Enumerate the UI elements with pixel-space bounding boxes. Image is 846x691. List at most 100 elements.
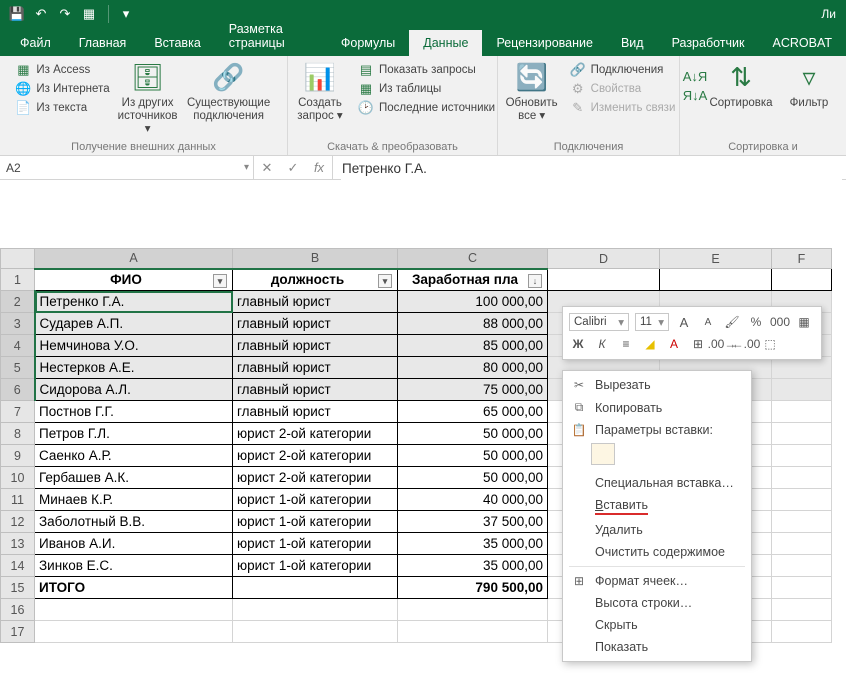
cell-B17[interactable] bbox=[233, 621, 398, 643]
cell-A17[interactable] bbox=[35, 621, 233, 643]
ctx-clear[interactable]: Очистить содержимое bbox=[563, 541, 751, 563]
select-all-corner[interactable] bbox=[1, 249, 35, 269]
mini-inc-decimal-icon[interactable]: ←.00 bbox=[737, 335, 755, 353]
cell-A16[interactable] bbox=[35, 599, 233, 621]
row-header-7[interactable]: 7 bbox=[1, 401, 35, 423]
ctx-row-height[interactable]: Высота строки… bbox=[563, 592, 751, 614]
ctx-hide[interactable]: Скрыть bbox=[563, 614, 751, 636]
col-header-D[interactable]: D bbox=[548, 249, 660, 269]
sort-button[interactable]: ⇅ Сортировка bbox=[711, 60, 771, 112]
new-query-button[interactable]: 📊 Создать запрос ▾ bbox=[290, 60, 350, 125]
col-header-B[interactable]: B bbox=[233, 249, 398, 269]
recent-sources-button[interactable]: 🕑Последние источники bbox=[358, 100, 495, 116]
row-header-15[interactable]: 15 bbox=[1, 577, 35, 599]
from-web-button[interactable]: 🌐Из Интернета bbox=[15, 81, 109, 97]
tab-home[interactable]: Главная bbox=[65, 30, 141, 56]
cell-B4[interactable]: главный юрист bbox=[233, 335, 398, 357]
ctx-format-cells[interactable]: ⊞Формат ячеек… bbox=[563, 570, 751, 592]
col-header-C[interactable]: C bbox=[398, 249, 548, 269]
row-header-12[interactable]: 12 bbox=[1, 511, 35, 533]
from-other-sources-button[interactable]: 🗄 Из других источников ▾ bbox=[118, 60, 178, 139]
col-header-A[interactable]: A bbox=[35, 249, 233, 269]
cell-B16[interactable] bbox=[233, 599, 398, 621]
cell-A2[interactable]: Петренко Г.А. bbox=[35, 291, 233, 313]
cell-A13[interactable]: Иванов А.И. bbox=[35, 533, 233, 555]
sort-az-button[interactable]: А↓Я bbox=[687, 68, 703, 84]
mini-shrink-font-button[interactable]: A bbox=[699, 313, 717, 331]
mini-size-select[interactable]: 11 ▾ bbox=[635, 313, 669, 331]
row-header-14[interactable]: 14 bbox=[1, 555, 35, 577]
cell-A6[interactable]: Сидорова А.Л. bbox=[35, 379, 233, 401]
cell-B9[interactable]: юрист 2-ой категории bbox=[233, 445, 398, 467]
cell-A4[interactable]: Немчинова У.О. bbox=[35, 335, 233, 357]
cell-C11[interactable]: 40 000,00 bbox=[398, 489, 548, 511]
cell-C4[interactable]: 85 000,00 bbox=[398, 335, 548, 357]
cell-C13[interactable]: 35 000,00 bbox=[398, 533, 548, 555]
mini-dec-decimal-icon[interactable]: .00→ bbox=[713, 335, 731, 353]
cell-B1[interactable]: должность▾ bbox=[233, 269, 398, 291]
row-header-10[interactable]: 10 bbox=[1, 467, 35, 489]
cancel-icon[interactable]: ✕ bbox=[254, 160, 280, 176]
ctx-paste-special[interactable]: Специальная вставка… bbox=[563, 472, 751, 494]
cell-A3[interactable]: Сударев А.П. bbox=[35, 313, 233, 335]
cell-F15[interactable] bbox=[772, 577, 832, 599]
cell-C8[interactable]: 50 000,00 bbox=[398, 423, 548, 445]
cell-C12[interactable]: 37 500,00 bbox=[398, 511, 548, 533]
col-header-F[interactable]: F bbox=[772, 249, 832, 269]
fx-icon[interactable]: fx bbox=[306, 160, 332, 175]
cell-F17[interactable] bbox=[772, 621, 832, 643]
cell-F13[interactable] bbox=[772, 533, 832, 555]
row-header-3[interactable]: 3 bbox=[1, 313, 35, 335]
cell-A12[interactable]: Заболотный В.В. bbox=[35, 511, 233, 533]
qat-dropdown-icon[interactable]: ▾ bbox=[115, 3, 137, 25]
cell-C14[interactable]: 35 000,00 bbox=[398, 555, 548, 577]
cell-B2[interactable]: главный юрист bbox=[233, 291, 398, 313]
cell-C7[interactable]: 65 000,00 bbox=[398, 401, 548, 423]
mini-merge-icon[interactable]: ⬚ bbox=[761, 335, 779, 353]
show-queries-button[interactable]: ▤Показать запросы bbox=[358, 62, 495, 78]
cell-F11[interactable] bbox=[772, 489, 832, 511]
formula-input[interactable]: Петренко Г.А. bbox=[341, 160, 842, 230]
name-box-dropdown-icon[interactable]: ▾ bbox=[244, 162, 249, 173]
from-text-button[interactable]: 📄Из текста bbox=[15, 100, 109, 116]
cell-B15[interactable] bbox=[233, 577, 398, 599]
cell-D1[interactable] bbox=[548, 269, 660, 291]
mini-comma-button[interactable]: 000 bbox=[771, 313, 789, 331]
mini-bold-button[interactable]: Ж bbox=[569, 335, 587, 353]
filter-drop-A-icon[interactable]: ▾ bbox=[213, 274, 227, 288]
cell-A7[interactable]: Постнов Г.Г. bbox=[35, 401, 233, 423]
cell-B11[interactable]: юрист 1-ой категории bbox=[233, 489, 398, 511]
cell-E1[interactable] bbox=[660, 269, 772, 291]
tab-insert[interactable]: Вставка bbox=[140, 30, 214, 56]
cell-F7[interactable] bbox=[772, 401, 832, 423]
cell-C3[interactable]: 88 000,00 bbox=[398, 313, 548, 335]
row-header-4[interactable]: 4 bbox=[1, 335, 35, 357]
filter-drop-B-icon[interactable]: ▾ bbox=[378, 274, 392, 288]
tab-acrobat[interactable]: ACROBAT bbox=[759, 30, 846, 56]
cell-A14[interactable]: Зинков Е.С. bbox=[35, 555, 233, 577]
cell-A15[interactable]: ИТОГО bbox=[35, 577, 233, 599]
tab-file[interactable]: Файл bbox=[6, 30, 65, 56]
cell-F14[interactable] bbox=[772, 555, 832, 577]
ctx-insert[interactable]: Вставить bbox=[563, 494, 751, 519]
cell-F12[interactable] bbox=[772, 511, 832, 533]
cell-B13[interactable]: юрист 1-ой категории bbox=[233, 533, 398, 555]
cell-B3[interactable]: главный юрист bbox=[233, 313, 398, 335]
cell-C1[interactable]: Заработная пла↓ bbox=[398, 269, 548, 291]
cell-C2[interactable]: 100 000,00 bbox=[398, 291, 548, 313]
connections-button[interactable]: 🔗Подключения bbox=[570, 62, 676, 78]
cell-A5[interactable]: Нестерков А.Е. bbox=[35, 357, 233, 379]
cell-C15[interactable]: 790 500,00 bbox=[398, 577, 548, 599]
row-header-11[interactable]: 11 bbox=[1, 489, 35, 511]
cell-B8[interactable]: юрист 2-ой категории bbox=[233, 423, 398, 445]
cell-F16[interactable] bbox=[772, 599, 832, 621]
cell-C10[interactable]: 50 000,00 bbox=[398, 467, 548, 489]
name-box[interactable]: A2 ▾ bbox=[0, 156, 254, 179]
row-header-2[interactable]: 2 bbox=[1, 291, 35, 313]
cell-C9[interactable]: 50 000,00 bbox=[398, 445, 548, 467]
tab-formulas[interactable]: Формулы bbox=[327, 30, 409, 56]
filter-drop-C-icon[interactable]: ↓ bbox=[528, 274, 542, 288]
mini-font-select[interactable]: Calibri ▾ bbox=[569, 313, 629, 331]
cell-C16[interactable] bbox=[398, 599, 548, 621]
mini-fontcolor-icon[interactable]: A bbox=[665, 335, 683, 353]
